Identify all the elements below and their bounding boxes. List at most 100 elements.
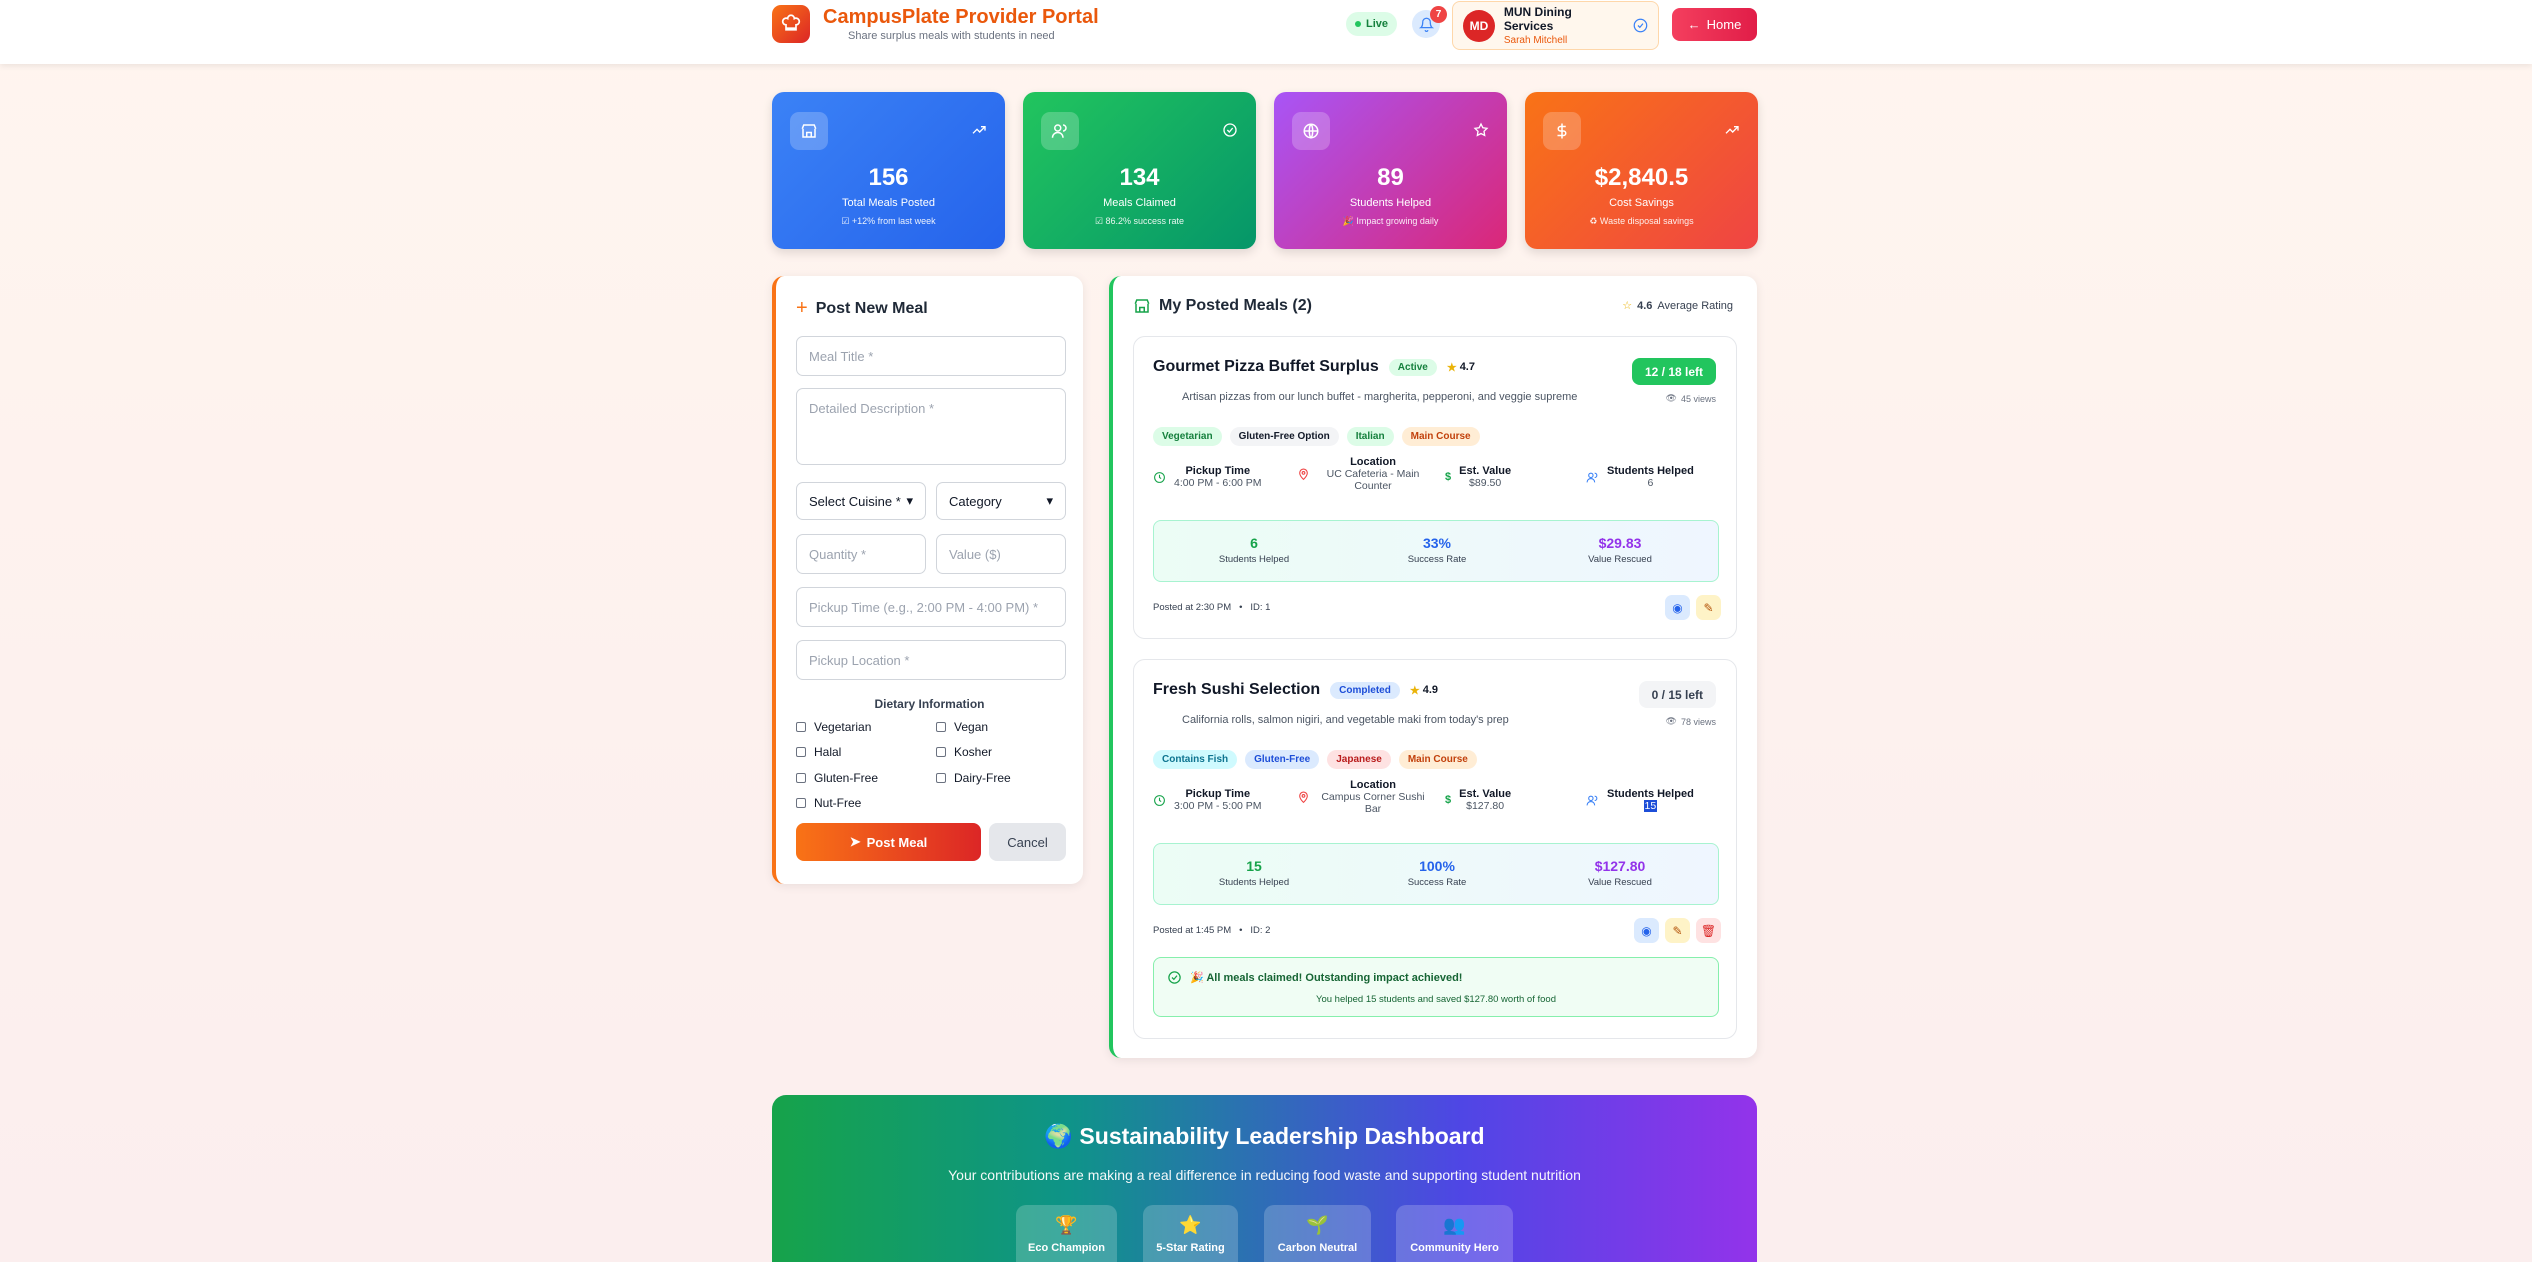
post-meal-button[interactable]: ➤ Post Meal [796, 823, 981, 861]
cuisine-select[interactable]: Select Cuisine * ▾ [796, 482, 926, 520]
average-rating: ☆ 4.6 Average Rating [1622, 299, 1733, 313]
dietary-checkbox-nut-free[interactable]: Nut-Free [796, 796, 861, 810]
users-icon [1041, 112, 1079, 150]
dietary-title: Dietary Information [874, 697, 985, 711]
remaining-badge: 0 / 15 left [1638, 681, 1716, 708]
meal-title-input[interactable]: Meal Title * [796, 336, 1066, 376]
description-textarea[interactable]: Detailed Description * [796, 388, 1066, 465]
dietary-checkbox-kosher[interactable]: Kosher [936, 745, 992, 759]
dietary-checkbox-halal[interactable]: Halal [796, 745, 841, 759]
live-status-badge: Live [1346, 12, 1398, 36]
stat-card-meals-claimed: 134 Meals Claimed ☑ 86.2% success rate [1023, 92, 1256, 249]
completion-notice: 🎉 All meals claimed! Outstanding impact … [1153, 957, 1719, 1017]
meal-description: California rolls, salmon nigiri, and veg… [1182, 714, 1509, 726]
avatar: MD [1463, 9, 1495, 42]
tag: Gluten-Free [1245, 750, 1320, 769]
stat-card-students-helped: 89 Students Helped 🎉 Impact growing dail… [1274, 92, 1507, 249]
user-name: Sarah Mitchell [1503, 35, 1568, 46]
stat-sub: ♻ Waste disposal savings [1589, 216, 1694, 226]
top-header: CampusPlate Provider Portal Share surplu… [0, 0, 2532, 64]
views-count: 👁 78 views [1665, 716, 1716, 727]
tag: Main Course [1401, 427, 1480, 446]
delete-button[interactable]: 🗑 [1696, 918, 1721, 943]
cancel-button[interactable]: Cancel [989, 823, 1066, 861]
achievement-badge-community-hero: 👥 Community Hero [1396, 1205, 1513, 1262]
notification-count-badge: 7 [1430, 6, 1447, 23]
meal-card: Gourmet Pizza Buffet Surplus Active ★ 4.7… [1133, 336, 1737, 639]
posted-meta: Posted at 2:30 PM • ID: 1 [1153, 602, 1271, 613]
post-meal-form: + Post New Meal Meal Title * Detailed Des… [772, 276, 1083, 884]
pickup-time-info: Pickup Time 3:00 PM - 5:00 PM [1153, 788, 1262, 812]
impact-metrics: 6 Students Helped 33% Success Rate $29.83 V… [1153, 520, 1719, 582]
globe-icon [1292, 112, 1330, 150]
chevron-down-icon: ▾ [906, 493, 913, 508]
user-profile[interactable]: MD MUN Dining Services Sarah Mitchell [1452, 1, 1659, 50]
value-info: $ Est. Value $89.50 [1445, 465, 1512, 489]
edit-button[interactable]: ✎ [1696, 595, 1721, 620]
dietary-checkbox-vegan[interactable]: Vegan [936, 720, 988, 734]
stat-sub: ☑ 86.2% success rate [1094, 216, 1185, 226]
tag: Main Course [1398, 750, 1477, 769]
pickup-location-input[interactable]: Pickup Location * [796, 640, 1066, 680]
metric-success-rate: 33% Success Rate [1407, 535, 1467, 565]
clock-icon [1154, 471, 1165, 483]
dollar-icon: $ [1445, 794, 1452, 806]
posted-meta: Posted at 1:45 PM • ID: 2 [1153, 925, 1271, 936]
dietary-checkbox-dairy-free[interactable]: Dairy-Free [936, 771, 1011, 785]
completion-sub: You helped 15 students and saved $127.80… [1316, 994, 1556, 1005]
star-icon: ☆ [1622, 300, 1633, 312]
user-org: MUN Dining Services [1503, 5, 1572, 33]
eye-icon: ◉ [1641, 923, 1652, 938]
home-button[interactable]: ← Home [1672, 8, 1757, 41]
value-input[interactable]: Value ($) [936, 534, 1066, 574]
completion-title: 🎉 All meals claimed! Outstanding impact … [1190, 972, 1463, 984]
eye-icon: 👁 [1665, 716, 1677, 726]
banner-title: 🌍 Sustainability Leadership Dashboard [1044, 1123, 1485, 1149]
status-badge: Completed [1330, 681, 1400, 699]
stat-label: Meals Claimed [1103, 197, 1176, 209]
dollar-icon [1543, 112, 1581, 150]
achievement-badge-eco-champion: 🏆 Eco Champion [1016, 1205, 1117, 1262]
dollar-icon: $ [1445, 471, 1452, 483]
star-icon: ★ [1409, 684, 1420, 697]
map-pin-icon [1299, 468, 1308, 480]
metric-success-rate: 100% Success Rate [1407, 858, 1467, 888]
chevron-down-icon: ▾ [1046, 493, 1053, 508]
metric-value-rescued: $127.80 Value Rescued [1588, 858, 1652, 888]
view-button[interactable]: ◉ [1665, 595, 1690, 620]
meal-rating: ★ 4.7 [1446, 361, 1475, 374]
category-select[interactable]: Category ▾ [936, 482, 1066, 520]
stat-sub: ☑ +12% from last week [841, 216, 936, 226]
star-icon: ⭐ [1179, 1215, 1202, 1235]
meal-rating: ★ 4.9 [1409, 684, 1438, 697]
posted-meals-panel: My Posted Meals (2) ☆ 4.6 Average Rating… [1109, 276, 1757, 1058]
live-dot-icon [1355, 21, 1361, 27]
brand-title: CampusPlate Provider Portal [823, 6, 1099, 28]
location-info: Location UC Cafeteria - Main Counter [1297, 456, 1428, 492]
dietary-checkbox-vegetarian[interactable]: Vegetarian [796, 720, 871, 734]
remaining-badge: 12 / 18 left [1631, 358, 1716, 385]
metric-students-helped: 6 Students Helped [1218, 535, 1290, 565]
pickup-time-input[interactable]: Pickup Time (e.g., 2:00 PM - 4:00 PM) * [796, 587, 1066, 627]
verified-check-icon [1633, 18, 1648, 33]
location-info: Location Campus Corner Sushi Bar [1297, 779, 1428, 815]
view-button[interactable]: ◉ [1634, 918, 1659, 943]
seedling-icon: 🌱 [1306, 1215, 1329, 1235]
quantity-input[interactable]: Quantity * [796, 534, 926, 574]
tag-list: Vegetarian Gluten-Free Option Italian Ma… [1153, 427, 1480, 446]
notifications-button[interactable]: 7 [1412, 6, 1447, 38]
store-icon [1134, 299, 1150, 313]
metric-value-rescued: $29.83 Value Rescued [1588, 535, 1652, 565]
dietary-checkbox-gluten-free[interactable]: Gluten-Free [796, 771, 878, 785]
stat-value: $2,840.5 [1594, 164, 1689, 191]
stat-value: 89 [1377, 164, 1404, 191]
pickup-time-info: Pickup Time 4:00 PM - 6:00 PM [1153, 465, 1262, 489]
users-icon [1586, 472, 1598, 482]
stat-value: 156 [868, 164, 909, 191]
stat-label: Students Helped [1349, 197, 1432, 209]
stat-card-meals-posted: 156 Total Meals Posted ☑ +12% from last … [772, 92, 1005, 249]
edit-button[interactable]: ✎ [1665, 918, 1690, 943]
sustainability-banner: 🌍 Sustainability Leadership Dashboard Yo… [772, 1095, 1757, 1262]
edit-icon: ✎ [1672, 923, 1683, 938]
meal-title: Fresh Sushi Selection Completed ★ 4.9 [1153, 681, 1438, 699]
